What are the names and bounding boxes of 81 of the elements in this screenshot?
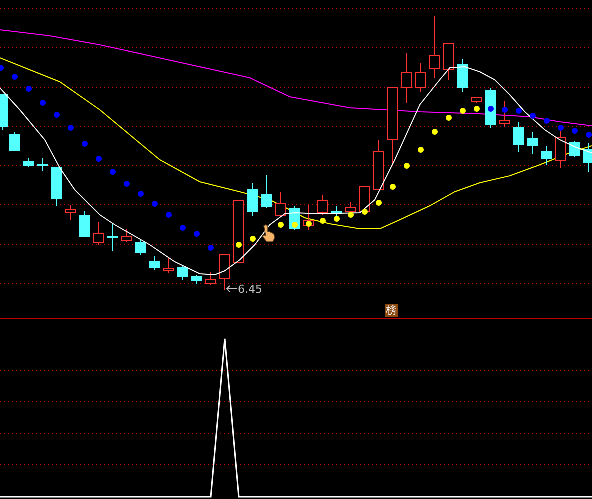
signal-dot [250, 236, 256, 242]
signal-dot [152, 201, 158, 207]
signal-dot [404, 163, 410, 169]
signal-dot [306, 221, 312, 227]
signal-dot [418, 147, 424, 153]
candlestick [234, 200, 244, 264]
signal-dot [54, 112, 60, 118]
candlestick [276, 192, 286, 218]
signal-dot [376, 200, 382, 206]
signal-dot [40, 100, 46, 106]
arrow-icon [226, 286, 238, 292]
candlestick [500, 100, 510, 128]
candlestick [318, 194, 328, 216]
signal-dot [432, 129, 438, 135]
signal-dot [26, 86, 32, 92]
candlestick [458, 58, 468, 92]
candlestick [444, 44, 454, 80]
signal-dot [530, 113, 536, 119]
candlestick [542, 146, 552, 166]
candlestick [402, 52, 412, 104]
candlestick [262, 174, 272, 208]
signal-dot [460, 108, 466, 114]
candlestick [346, 202, 356, 214]
signal-dot [208, 245, 214, 251]
signal-dot [348, 212, 354, 218]
candlestick [108, 224, 118, 252]
signal-dot [180, 225, 186, 231]
candlestick [206, 272, 216, 286]
signal-dot [82, 141, 88, 147]
signal-dot [474, 106, 480, 112]
candlestick [94, 222, 104, 246]
signal-dot [516, 108, 522, 114]
candlestick [178, 266, 188, 280]
candlestick [38, 158, 48, 172]
candlestick [164, 256, 174, 274]
candlestick [472, 96, 482, 104]
hand-cursor-icon [262, 224, 276, 242]
signal-dot [12, 74, 18, 80]
signal-dot [194, 231, 200, 237]
signal-dot [558, 125, 564, 131]
badge[interactable]: 榜 [385, 304, 398, 317]
candlestick [528, 132, 538, 154]
candlestick [360, 186, 370, 212]
candlestick [220, 254, 230, 290]
signal-dot [278, 222, 284, 228]
signal-dot [138, 191, 144, 197]
candlestick [584, 142, 592, 172]
signal-dot [586, 132, 592, 138]
signal-dot [166, 212, 172, 218]
signal-dot [572, 128, 578, 134]
signal-dot [390, 184, 396, 190]
signal-dot [362, 209, 368, 215]
candlestick [66, 204, 76, 220]
signal-dot [488, 106, 494, 112]
candlestick [556, 130, 566, 168]
candlestick [248, 182, 258, 216]
candlestick [192, 274, 202, 284]
candlestick [514, 122, 524, 152]
signal-dot [320, 218, 326, 224]
signal-dot [502, 107, 508, 113]
signal-dot [124, 181, 130, 187]
signal-dot [292, 222, 298, 228]
candlestick [80, 210, 90, 238]
signal-dot [68, 125, 74, 131]
candlestick [486, 88, 496, 128]
candlestick [52, 168, 62, 206]
candlestick [570, 140, 580, 158]
candlestick [122, 228, 132, 242]
signal-dot [110, 169, 116, 175]
signal-dot [334, 216, 340, 222]
candlestick [374, 140, 384, 190]
signal-dot [544, 118, 550, 124]
candlestick [24, 158, 34, 168]
signal-dot [446, 115, 452, 121]
low-price-label: 6.45 [238, 283, 262, 296]
candlestick [416, 62, 426, 92]
signal-dot [96, 156, 102, 162]
candlestick [136, 240, 146, 256]
candlestick [430, 16, 440, 78]
candlestick [150, 256, 160, 270]
signal-dot [236, 242, 242, 248]
